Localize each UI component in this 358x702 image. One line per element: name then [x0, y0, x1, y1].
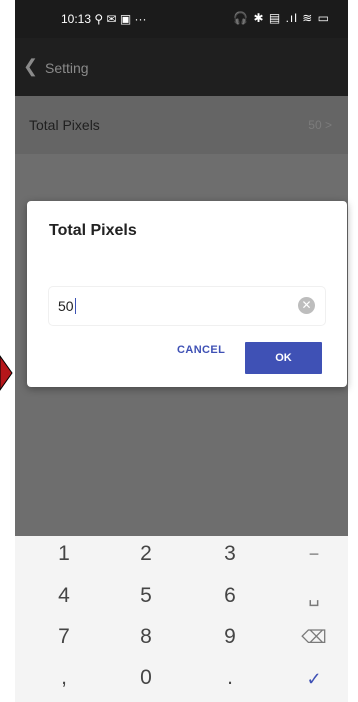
key-7[interactable]: 7 — [34, 625, 94, 649]
key-9[interactable]: 9 — [200, 625, 260, 649]
key-8[interactable]: 8 — [116, 625, 176, 649]
pointer-marker-icon — [0, 355, 13, 391]
pixels-input[interactable]: 50 ✕ — [49, 287, 325, 325]
key-0[interactable]: 0 — [116, 666, 176, 690]
status-bar: 10:13 ⚲ ✉ ▣ ··· 🎧 ✱ ▤ .ıl ≋ ▭ — [15, 0, 348, 38]
key-space[interactable]: ␣ — [284, 586, 344, 607]
status-icons: 🎧 ✱ ▤ .ıl ≋ ▭ — [233, 11, 330, 25]
pixels-input-value: 50 — [58, 298, 76, 314]
numeric-keyboard: 1 2 3 − 4 5 6 ␣ 7 8 9 ⌫ , 0 . ✓ — [15, 536, 348, 702]
key-2[interactable]: 2 — [116, 542, 176, 566]
app-bar: ❮ Setting — [15, 38, 348, 96]
app-title: Setting — [45, 60, 89, 76]
key-period[interactable]: . — [200, 666, 260, 690]
key-1[interactable]: 1 — [34, 542, 94, 566]
ok-button[interactable]: OK — [245, 342, 322, 374]
status-time: 10:13 ⚲ ✉ ▣ ··· — [61, 12, 147, 26]
settings-row-total-pixels[interactable]: Total Pixels 50 > — [15, 96, 348, 154]
key-minus[interactable]: − — [284, 544, 344, 565]
key-5[interactable]: 5 — [116, 584, 176, 608]
cancel-button[interactable]: CANCEL — [177, 344, 225, 356]
row-value: 50 > — [308, 118, 332, 132]
key-comma[interactable]: , — [34, 666, 94, 690]
back-arrow-icon[interactable]: ❮ — [23, 56, 38, 77]
dialog-title: Total Pixels — [49, 222, 137, 239]
key-4[interactable]: 4 — [34, 584, 94, 608]
row-label: Total Pixels — [29, 117, 100, 133]
key-3[interactable]: 3 — [200, 542, 260, 566]
confirm-check-icon[interactable]: ✓ — [284, 669, 344, 690]
key-6[interactable]: 6 — [200, 584, 260, 608]
total-pixels-dialog: Total Pixels 50 ✕ CANCEL OK — [27, 201, 347, 387]
clear-icon[interactable]: ✕ — [298, 297, 315, 314]
backspace-icon[interactable]: ⌫ — [284, 627, 344, 648]
